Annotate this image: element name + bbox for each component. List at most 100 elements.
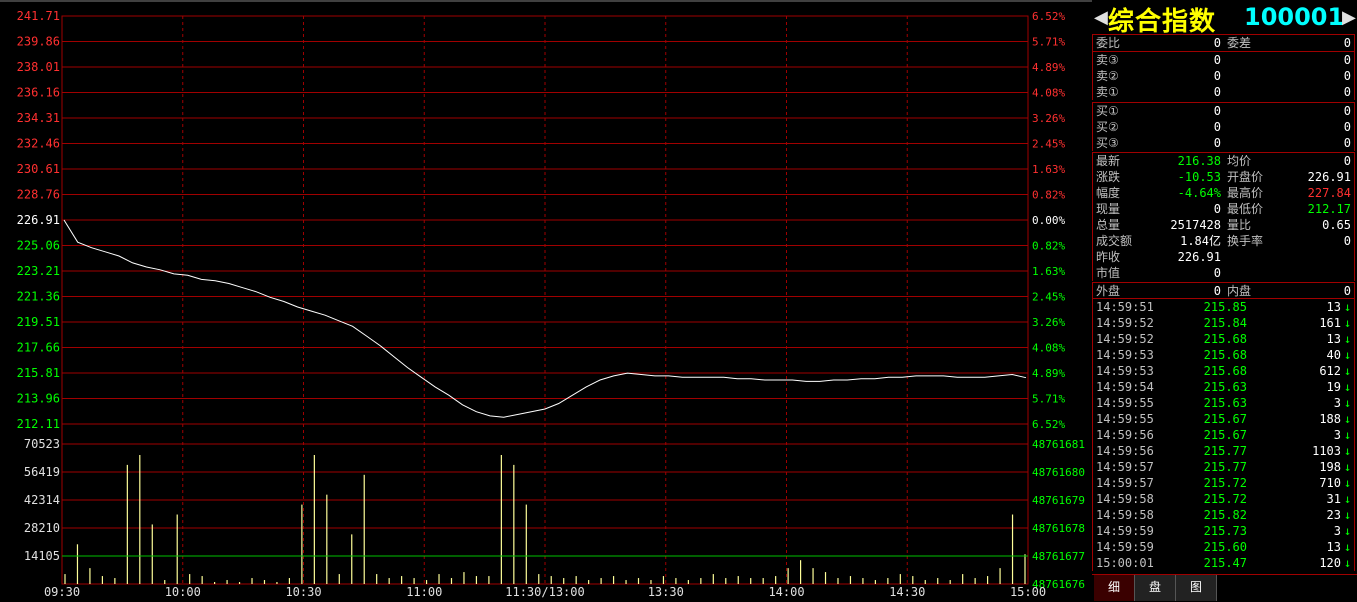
down-arrow-icon: ↓: [1344, 348, 1352, 362]
tick-price: 215.67: [1203, 428, 1247, 442]
prev-stock-icon[interactable]: ◀: [1094, 7, 1108, 28]
down-arrow-icon: ↓: [1344, 508, 1352, 522]
price-tick-label: 239.86: [17, 35, 60, 49]
stat-label: 成交额: [1096, 234, 1133, 248]
buy-volume: 0: [1343, 104, 1351, 118]
tick-row[interactable]: 14:59:51 215.85 13 ↓: [1093, 299, 1354, 315]
tick-price: 215.67: [1203, 412, 1247, 426]
stat-value: 226.91: [1307, 170, 1351, 184]
tick-row[interactable]: 14:59:57 215.77 198 ↓: [1093, 459, 1354, 475]
stat-label: 量比: [1227, 218, 1252, 232]
time-tick-label: 15:00: [1010, 585, 1046, 599]
stat-value: 0: [1343, 234, 1351, 248]
tick-row[interactable]: 14:59:53 215.68 40 ↓: [1093, 347, 1354, 363]
stat-value: 216.38: [1177, 154, 1221, 168]
tick-row[interactable]: 14:59:58 215.82 23 ↓: [1093, 507, 1354, 523]
buy-label: 买③: [1096, 136, 1119, 150]
stat-value: 0: [1213, 202, 1221, 216]
tick-row[interactable]: 14:59:56 215.77 1103 ↓: [1093, 443, 1354, 459]
time-tick-label: 14:30: [889, 585, 925, 599]
tick-price: 215.68: [1203, 348, 1247, 362]
tick-row[interactable]: 14:59:56 215.67 3 ↓: [1093, 427, 1354, 443]
buy-label: 买①: [1096, 104, 1119, 118]
tick-row[interactable]: 14:59:53 215.68 612 ↓: [1093, 363, 1354, 379]
price-tick-label: 226.91: [17, 213, 60, 227]
tick-time: 14:59:55: [1096, 396, 1154, 410]
ratio-label: 委比: [1096, 36, 1121, 50]
tab-1[interactable]: 盘: [1135, 575, 1176, 601]
time-tick-label: 09:30: [44, 585, 80, 599]
tab-2[interactable]: 图: [1176, 575, 1217, 601]
down-arrow-icon: ↓: [1344, 412, 1352, 426]
tick-time: 14:59:59: [1096, 540, 1154, 554]
stat-label: 涨跌: [1096, 170, 1121, 184]
inner-label: 内盘: [1227, 284, 1252, 298]
pct-tick-label: 2.45%: [1032, 291, 1065, 304]
tick-volume: 3: [1333, 524, 1341, 538]
pct-tick-label: 4.89%: [1032, 61, 1065, 74]
down-arrow-icon: ↓: [1344, 556, 1352, 570]
price-tick-label: 238.01: [17, 60, 60, 74]
price-tick-label: 236.16: [17, 86, 60, 100]
tick-row[interactable]: 14:59:59 215.73 3 ↓: [1093, 523, 1354, 539]
time-tick-label: 13:30: [648, 585, 684, 599]
pct-tick-label: 5.71%: [1032, 36, 1065, 49]
pct-tick-label: 5.71%: [1032, 393, 1065, 406]
next-stock-icon[interactable]: ▶: [1342, 7, 1356, 28]
sell-price: 0: [1213, 69, 1221, 83]
tick-volume: 40: [1326, 348, 1341, 362]
tick-row[interactable]: 14:59:59 215.60 13 ↓: [1093, 539, 1354, 555]
pct-tick-label: 3.26%: [1032, 316, 1065, 329]
tick-price: 215.72: [1203, 476, 1247, 490]
volume-right-tick: 48761677: [1032, 550, 1085, 563]
tick-time: 14:59:59: [1096, 524, 1154, 538]
stat-row: 涨跌 -10.53 开盘价 226.91: [1093, 169, 1354, 185]
stat-row: 幅度 -4.64% 最高价 227.84: [1093, 185, 1354, 201]
inout-section: 外盘 0 内盘 0: [1092, 282, 1355, 299]
sell-label: 卖①: [1096, 85, 1119, 99]
panel-header: ◀ 综合指数 100001 ▶: [1092, 0, 1357, 37]
volume-right-tick: 48761680: [1032, 466, 1085, 479]
tick-time: 14:59:57: [1096, 460, 1154, 474]
tick-row[interactable]: 14:59:57 215.72 710 ↓: [1093, 475, 1354, 491]
down-arrow-icon: ↓: [1344, 460, 1352, 474]
stat-label: 换手率: [1227, 234, 1264, 248]
buy-price: 0: [1213, 136, 1221, 150]
tick-row[interactable]: 14:59:52 215.84 161 ↓: [1093, 315, 1354, 331]
price-tick-label: 217.66: [17, 341, 60, 355]
tick-row[interactable]: 14:59:55 215.63 3 ↓: [1093, 395, 1354, 411]
tick-price: 215.63: [1203, 396, 1247, 410]
stat-value: 226.91: [1177, 250, 1221, 264]
stat-value: 0.65: [1322, 218, 1351, 232]
stat-value: 0: [1343, 154, 1351, 168]
tick-row[interactable]: 14:59:55 215.67 188 ↓: [1093, 411, 1354, 427]
time-tick-label: 11:30/13:00: [505, 585, 584, 599]
stat-label: 幅度: [1096, 186, 1121, 200]
tick-time: 14:59:58: [1096, 508, 1154, 522]
pct-tick-label: 0.00%: [1032, 214, 1065, 227]
down-arrow-icon: ↓: [1344, 332, 1352, 346]
tab-0[interactable]: 细: [1094, 575, 1135, 601]
sell-volume: 0: [1343, 53, 1351, 67]
tick-volume: 13: [1326, 332, 1341, 346]
intraday-chart[interactable]: 241.71 6.52% 239.86 5.71% 238.01 4.89% 236.16 4…: [0, 0, 1092, 601]
volume-right-tick: 48761681: [1032, 438, 1085, 451]
tick-price: 215.82: [1203, 508, 1247, 522]
tick-row[interactable]: 14:59:52 215.68 13 ↓: [1093, 331, 1354, 347]
tick-price: 215.77: [1203, 460, 1247, 474]
tick-time: 14:59:52: [1096, 316, 1154, 330]
sell-row: 卖③ 0 0: [1093, 52, 1354, 68]
order-ratio-section: 委比 0 委差 0: [1092, 34, 1355, 51]
stat-row: 昨收 226.91: [1093, 249, 1354, 265]
tick-price: 215.47: [1203, 556, 1247, 570]
tick-row[interactable]: 15:00:01 215.47 120 ↓: [1093, 555, 1354, 571]
diff-label: 委差: [1227, 36, 1252, 50]
tick-row[interactable]: 14:59:58 215.72 31 ↓: [1093, 491, 1354, 507]
volume-tick-label: 28210: [24, 521, 60, 535]
stat-value: -4.64%: [1177, 186, 1221, 200]
pct-tick-label: 6.52%: [1032, 10, 1065, 23]
tick-price: 215.77: [1203, 444, 1247, 458]
tick-row[interactable]: 14:59:54 215.63 19 ↓: [1093, 379, 1354, 395]
tick-price: 215.73: [1203, 524, 1247, 538]
tick-list[interactable]: 14:59:51 215.85 13 ↓ 14:59:52 215.84 161 ↓ 14:59…: [1092, 298, 1355, 571]
